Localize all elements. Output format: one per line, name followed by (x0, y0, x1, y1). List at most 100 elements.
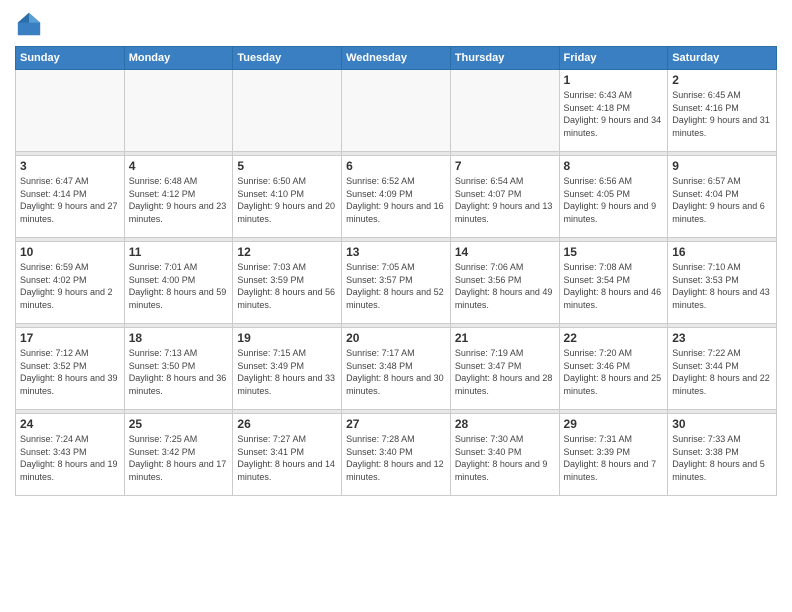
weekday-thursday: Thursday (450, 47, 559, 70)
day-cell: 4Sunrise: 6:48 AM Sunset: 4:12 PM Daylig… (124, 156, 233, 238)
day-info: Sunrise: 7:05 AM Sunset: 3:57 PM Dayligh… (346, 261, 446, 311)
day-number: 13 (346, 245, 446, 259)
day-cell: 9 Sunrise: 6:57 AM Sunset: 4:04 PM Daylig… (668, 156, 777, 238)
page: SundayMondayTuesdayWednesdayThursdayFrid… (0, 0, 792, 612)
day-number: 23 (672, 331, 772, 345)
day-number: 4 (129, 159, 229, 173)
day-cell (124, 70, 233, 152)
day-cell: 2 Sunrise: 6:45 AM Sunset: 4:16 PM Daylig… (668, 70, 777, 152)
day-number: 1 (564, 73, 664, 87)
day-number: 18 (129, 331, 229, 345)
day-number: 30 (672, 417, 772, 431)
day-number: 2 (672, 73, 772, 87)
day-cell (450, 70, 559, 152)
day-info: Sunrise: 6:43 AM Sunset: 4:18 PM Dayligh… (564, 89, 664, 139)
day-info: Sunrise: 7:31 AM Sunset: 3:39 PM Dayligh… (564, 433, 664, 483)
day-cell: 24 Sunrise: 7:24 AM Sunset: 3:43 PM Dayli… (16, 414, 125, 496)
day-number: 16 (672, 245, 772, 259)
day-info: Sunrise: 7:08 AM Sunset: 3:54 PM Dayligh… (564, 261, 664, 311)
day-number: 10 (20, 245, 120, 259)
day-number: 27 (346, 417, 446, 431)
week-row-3: 10 Sunrise: 6:59 AM Sunset: 4:02 PM Dayli… (16, 242, 777, 324)
day-info: Sunrise: 7:03 AM Sunset: 3:59 PM Dayligh… (237, 261, 337, 311)
weekday-header-row: SundayMondayTuesdayWednesdayThursdayFrid… (16, 47, 777, 70)
day-cell: 27 Sunrise: 7:28 AM Sunset: 3:40 PM Dayli… (342, 414, 451, 496)
day-number: 12 (237, 245, 337, 259)
day-cell: 14Sunrise: 7:06 AM Sunset: 3:56 PM Dayli… (450, 242, 559, 324)
day-info: Sunrise: 6:45 AM Sunset: 4:16 PM Dayligh… (672, 89, 772, 139)
day-cell: 12 Sunrise: 7:03 AM Sunset: 3:59 PM Dayli… (233, 242, 342, 324)
day-cell: 28Sunrise: 7:30 AM Sunset: 3:40 PM Dayli… (450, 414, 559, 496)
day-cell (16, 70, 125, 152)
day-info: Sunrise: 7:19 AM Sunset: 3:47 PM Dayligh… (455, 347, 555, 397)
day-info: Sunrise: 7:12 AM Sunset: 3:52 PM Dayligh… (20, 347, 120, 397)
day-number: 17 (20, 331, 120, 345)
week-row-1: 1 Sunrise: 6:43 AM Sunset: 4:18 PM Daylig… (16, 70, 777, 152)
day-number: 21 (455, 331, 555, 345)
day-cell: 29 Sunrise: 7:31 AM Sunset: 3:39 PM Dayli… (559, 414, 668, 496)
day-number: 5 (237, 159, 337, 173)
day-cell: 21 Sunrise: 7:19 AM Sunset: 3:47 PM Dayli… (450, 328, 559, 410)
day-cell: 5 Sunrise: 6:50 AM Sunset: 4:10 PM Daylig… (233, 156, 342, 238)
day-info: Sunrise: 7:10 AM Sunset: 3:53 PM Dayligh… (672, 261, 772, 311)
logo-icon (15, 10, 43, 38)
day-cell: 18Sunrise: 7:13 AM Sunset: 3:50 PM Dayli… (124, 328, 233, 410)
day-cell: 16 Sunrise: 7:10 AM Sunset: 3:53 PM Dayli… (668, 242, 777, 324)
week-row-5: 24 Sunrise: 7:24 AM Sunset: 3:43 PM Dayli… (16, 414, 777, 496)
day-cell: 3 Sunrise: 6:47 AM Sunset: 4:14 PM Daylig… (16, 156, 125, 238)
day-info: Sunrise: 6:52 AM Sunset: 4:09 PM Dayligh… (346, 175, 446, 225)
day-cell: 10 Sunrise: 6:59 AM Sunset: 4:02 PM Dayli… (16, 242, 125, 324)
day-cell: 26 Sunrise: 7:27 AM Sunset: 3:41 PM Dayli… (233, 414, 342, 496)
day-cell: 23 Sunrise: 7:22 AM Sunset: 3:44 PM Dayli… (668, 328, 777, 410)
weekday-monday: Monday (124, 47, 233, 70)
day-info: Sunrise: 6:54 AM Sunset: 4:07 PM Dayligh… (455, 175, 555, 225)
week-row-2: 3 Sunrise: 6:47 AM Sunset: 4:14 PM Daylig… (16, 156, 777, 238)
day-info: Sunrise: 6:59 AM Sunset: 4:02 PM Dayligh… (20, 261, 120, 311)
day-cell: 25 Sunrise: 7:25 AM Sunset: 3:42 PM Dayli… (124, 414, 233, 496)
day-number: 24 (20, 417, 120, 431)
week-row-4: 17 Sunrise: 7:12 AM Sunset: 3:52 PM Dayli… (16, 328, 777, 410)
weekday-saturday: Saturday (668, 47, 777, 70)
weekday-friday: Friday (559, 47, 668, 70)
day-info: Sunrise: 7:33 AM Sunset: 3:38 PM Dayligh… (672, 433, 772, 483)
day-number: 9 (672, 159, 772, 173)
day-info: Sunrise: 6:57 AM Sunset: 4:04 PM Dayligh… (672, 175, 772, 225)
day-info: Sunrise: 7:24 AM Sunset: 3:43 PM Dayligh… (20, 433, 120, 483)
day-info: Sunrise: 7:28 AM Sunset: 3:40 PM Dayligh… (346, 433, 446, 483)
day-cell (342, 70, 451, 152)
day-info: Sunrise: 7:17 AM Sunset: 3:48 PM Dayligh… (346, 347, 446, 397)
day-cell: 20Sunrise: 7:17 AM Sunset: 3:48 PM Dayli… (342, 328, 451, 410)
day-number: 14 (455, 245, 555, 259)
day-info: Sunrise: 6:47 AM Sunset: 4:14 PM Dayligh… (20, 175, 120, 225)
day-cell: 11 Sunrise: 7:01 AM Sunset: 4:00 PM Dayli… (124, 242, 233, 324)
day-cell: 7Sunrise: 6:54 AM Sunset: 4:07 PM Daylig… (450, 156, 559, 238)
day-info: Sunrise: 7:25 AM Sunset: 3:42 PM Dayligh… (129, 433, 229, 483)
day-cell (233, 70, 342, 152)
day-cell: 6 Sunrise: 6:52 AM Sunset: 4:09 PM Daylig… (342, 156, 451, 238)
weekday-wednesday: Wednesday (342, 47, 451, 70)
day-number: 22 (564, 331, 664, 345)
day-number: 29 (564, 417, 664, 431)
day-cell: 17 Sunrise: 7:12 AM Sunset: 3:52 PM Dayli… (16, 328, 125, 410)
day-info: Sunrise: 7:22 AM Sunset: 3:44 PM Dayligh… (672, 347, 772, 397)
day-cell: 19Sunrise: 7:15 AM Sunset: 3:49 PM Dayli… (233, 328, 342, 410)
day-info: Sunrise: 6:50 AM Sunset: 4:10 PM Dayligh… (237, 175, 337, 225)
day-cell: 15 Sunrise: 7:08 AM Sunset: 3:54 PM Dayli… (559, 242, 668, 324)
day-number: 25 (129, 417, 229, 431)
header (15, 10, 777, 38)
day-info: Sunrise: 7:01 AM Sunset: 4:00 PM Dayligh… (129, 261, 229, 311)
day-cell: 1 Sunrise: 6:43 AM Sunset: 4:18 PM Daylig… (559, 70, 668, 152)
day-cell: 8Sunrise: 6:56 AM Sunset: 4:05 PM Daylig… (559, 156, 668, 238)
weekday-sunday: Sunday (16, 47, 125, 70)
weekday-tuesday: Tuesday (233, 47, 342, 70)
day-info: Sunrise: 7:27 AM Sunset: 3:41 PM Dayligh… (237, 433, 337, 483)
day-info: Sunrise: 7:30 AM Sunset: 3:40 PM Dayligh… (455, 433, 555, 483)
day-info: Sunrise: 7:20 AM Sunset: 3:46 PM Dayligh… (564, 347, 664, 397)
day-number: 11 (129, 245, 229, 259)
day-number: 15 (564, 245, 664, 259)
day-number: 6 (346, 159, 446, 173)
day-number: 3 (20, 159, 120, 173)
logo (15, 10, 47, 38)
day-cell: 30 Sunrise: 7:33 AM Sunset: 3:38 PM Dayli… (668, 414, 777, 496)
day-number: 26 (237, 417, 337, 431)
